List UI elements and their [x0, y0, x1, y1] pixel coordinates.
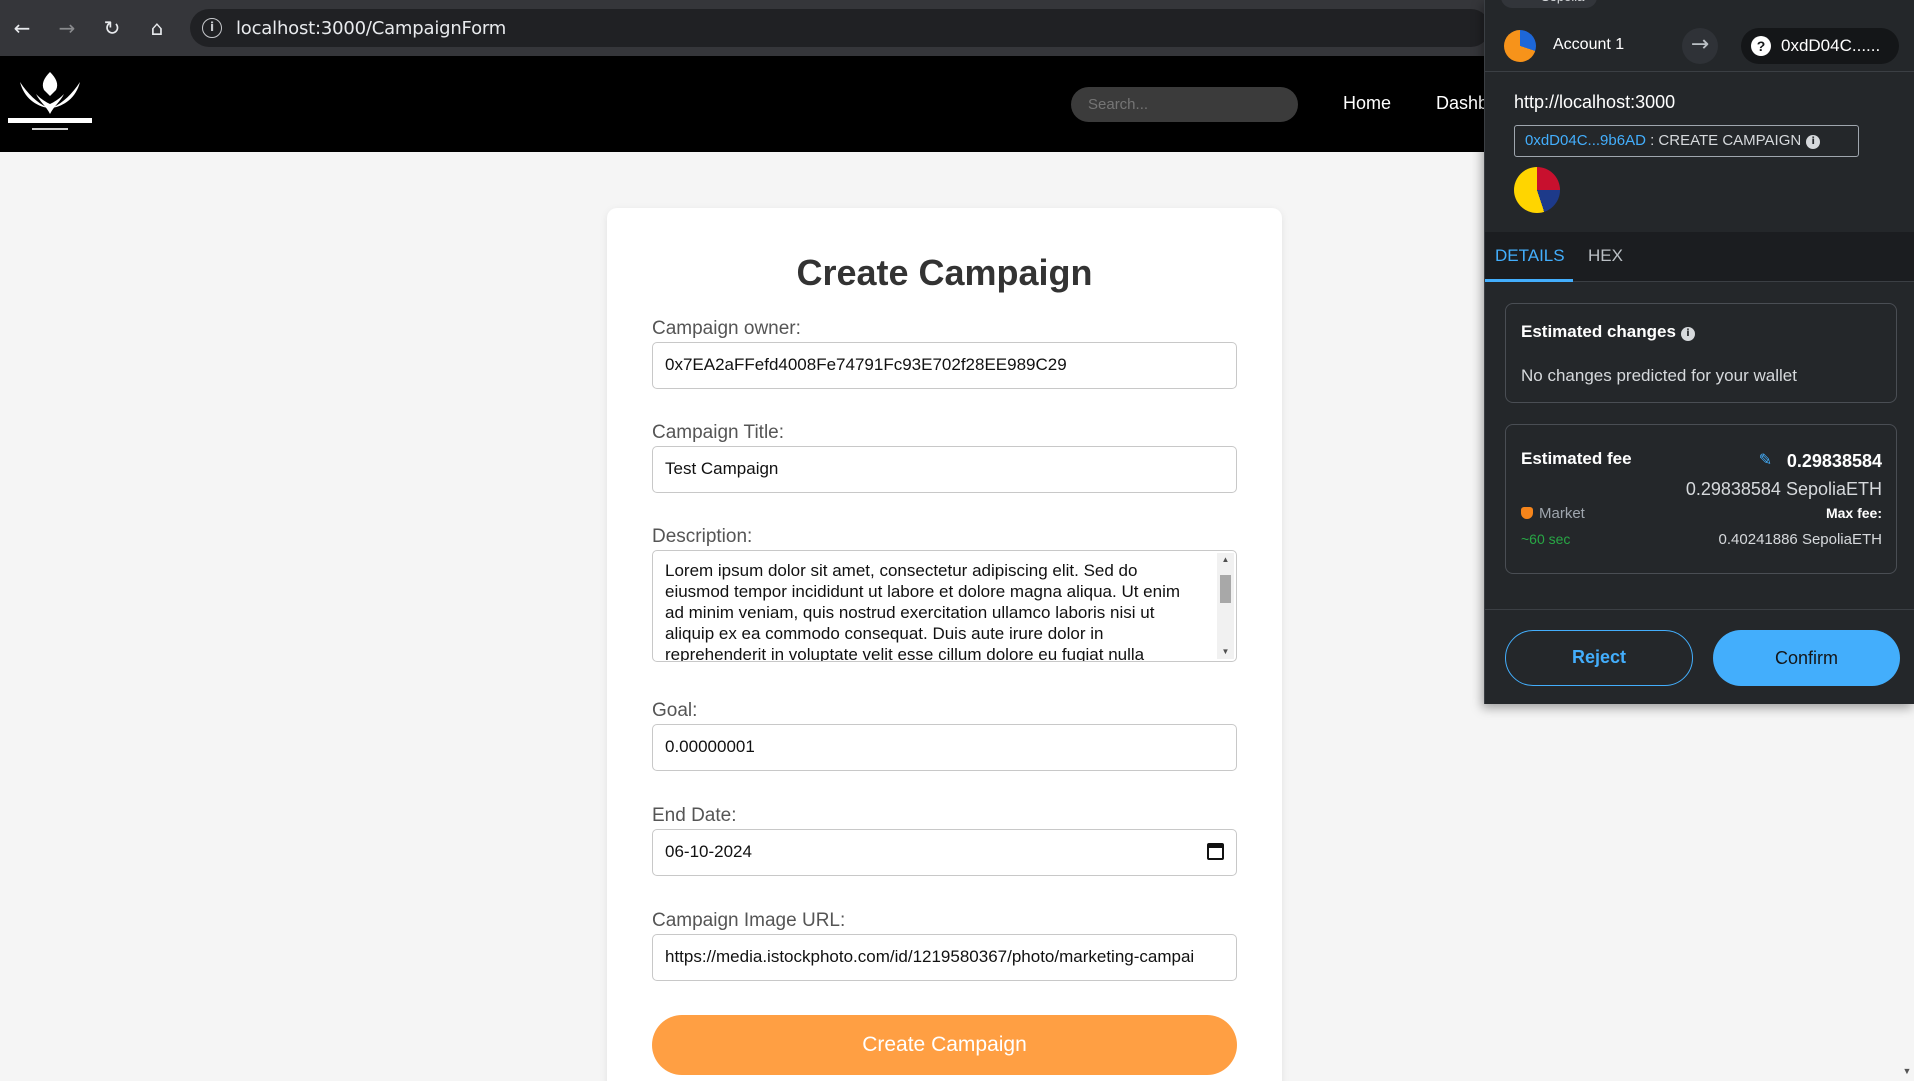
contract-avatar [1514, 167, 1560, 213]
description-text: Lorem ipsum dolor sit amet, consectetur … [665, 561, 1181, 662]
origin-url: http://localhost:3000 [1514, 92, 1676, 112]
scroll-up-icon[interactable]: ▲ [1217, 553, 1234, 567]
method-separator: : [1645, 132, 1659, 149]
end-date-input[interactable]: 06-10-2024 [652, 829, 1237, 876]
estimated-changes-box: Estimated changes i No changes predicted … [1505, 303, 1897, 403]
estimated-fee-title: Estimated fee [1521, 449, 1632, 468]
info-icon[interactable]: i [1806, 135, 1821, 149]
footer-divider [1485, 609, 1914, 610]
textarea-scrollbar[interactable]: ▲ ▼ [1217, 553, 1234, 659]
method-box: 0xdD04C...9b6AD : CREATE CAMPAIGN i [1514, 125, 1859, 157]
title-label: Campaign Title: [652, 422, 785, 443]
site-info-icon[interactable]: i [202, 18, 222, 38]
reload-icon[interactable]: ↻ [98, 14, 126, 42]
owner-input[interactable]: 0x7EA2aFFefd4008Fe74791Fc93E702f28EE989C… [652, 342, 1237, 389]
time-estimate: ~60 sec [1521, 531, 1571, 547]
arrow-left-icon[interactable]: ← [8, 14, 36, 42]
page-scroll-down-icon[interactable]: ▼ [1900, 1066, 1914, 1081]
fox-icon [1521, 507, 1533, 519]
estimated-changes-text: No changes predicted for your wallet [1521, 366, 1797, 385]
info-icon[interactable]: i [1680, 327, 1695, 341]
estimated-fee-box: Estimated fee ✎ 0.29838584 0.29838584 Se… [1505, 424, 1897, 574]
search-input[interactable] [1071, 87, 1298, 122]
account-bar: Account 1 → ? 0xdD04C...... [1485, 14, 1914, 72]
confirm-button[interactable]: Confirm [1713, 630, 1900, 686]
create-campaign-button[interactable]: Create Campaign [652, 1015, 1237, 1075]
goal-label: Goal: [652, 700, 698, 721]
goal-input[interactable]: 0.00000001 [652, 724, 1237, 771]
tabs-bar: DETAILS HEX [1485, 232, 1914, 282]
method-name: CREATE CAMPAIGN [1658, 132, 1802, 149]
nav-dashboard-link[interactable]: Dashb [1436, 93, 1488, 114]
description-label: Description: [652, 526, 753, 547]
contract-address-link[interactable]: 0xdD04C...9b6AD [1525, 132, 1646, 149]
owner-label: Campaign owner: [652, 318, 801, 339]
destination-address: 0xdD04C...... [1781, 36, 1881, 55]
description-textarea[interactable]: Lorem ipsum dolor sit amet, consectetur … [652, 550, 1237, 662]
address-url: localhost:3000/CampaignForm [236, 18, 507, 39]
max-fee-label: Max fee: [1825, 505, 1882, 521]
fee-amount: 0.29838584 [1786, 451, 1882, 471]
image-url-label: Campaign Image URL: [652, 910, 846, 931]
crowdfunding-logo-icon[interactable] [6, 66, 94, 142]
arrow-right-icon[interactable]: → [53, 14, 81, 42]
scroll-down-icon[interactable]: ▼ [1217, 645, 1234, 659]
fee-eth: 0.29838584 SepoliaETH [1685, 479, 1882, 499]
image-url-input[interactable]: https://media.istockphoto.com/id/1219580… [652, 934, 1237, 981]
account-avatar [1504, 30, 1536, 62]
question-icon: ? [1751, 36, 1771, 56]
active-tab-indicator [1485, 279, 1573, 282]
address-bar[interactable]: i localhost:3000/CampaignForm [190, 9, 1652, 47]
arrow-right-icon: → [1682, 28, 1718, 64]
estimated-changes-title: Estimated changes i [1521, 322, 1695, 342]
title-input[interactable]: Test Campaign [652, 446, 1237, 493]
edit-icon[interactable]: ✎ [1759, 450, 1772, 469]
home-icon[interactable]: ⌂ [143, 14, 171, 42]
market-label[interactable]: Market [1521, 505, 1585, 522]
network-pill[interactable]: Sepolia [1501, 0, 1597, 8]
tab-hex[interactable]: HEX [1588, 246, 1623, 266]
account-name[interactable]: Account 1 [1553, 36, 1624, 54]
destination-pill[interactable]: ? 0xdD04C...... [1741, 28, 1899, 64]
max-fee-value: 0.40241886 SepoliaETH [1718, 531, 1882, 548]
scroll-thumb[interactable] [1220, 575, 1231, 603]
tab-details[interactable]: DETAILS [1495, 246, 1565, 266]
campaign-form-card: Create Campaign Campaign owner: 0x7EA2aF… [607, 208, 1282, 1081]
end-date-label: End Date: [652, 805, 737, 826]
reject-button[interactable]: Reject [1505, 630, 1693, 686]
end-date-value: 06-10-2024 [665, 842, 752, 861]
form-title: Create Campaign [796, 252, 1093, 293]
nav-home-link[interactable]: Home [1343, 93, 1391, 114]
metamask-popup: Sepolia Account 1 → ? 0xdD04C...... http… [1484, 0, 1914, 704]
calendar-icon[interactable] [1207, 843, 1224, 860]
